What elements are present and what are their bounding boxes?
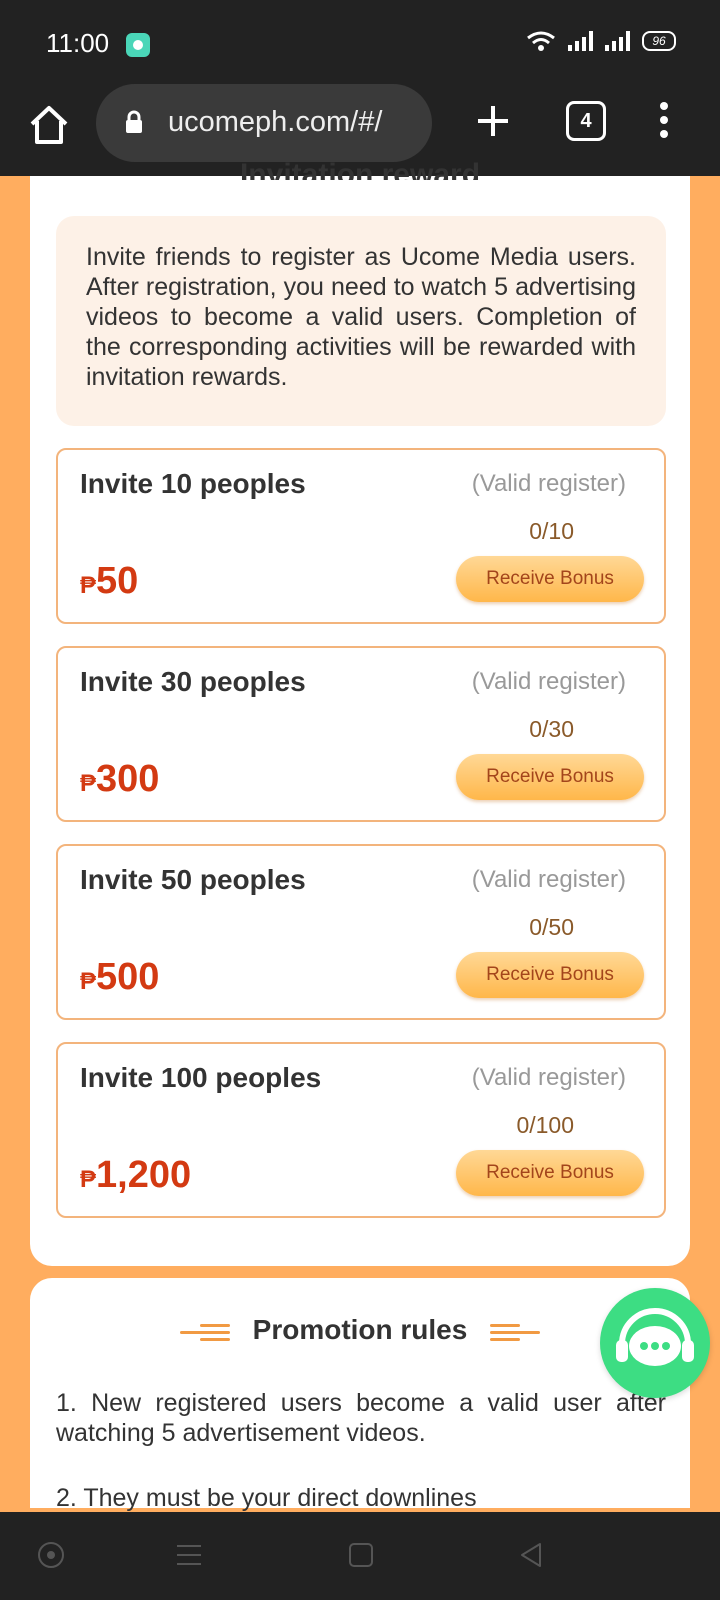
chat-support-icon (616, 1308, 694, 1366)
home-icon[interactable] (26, 102, 72, 148)
reward-progress: 0/50 (529, 914, 574, 940)
reward-progress: 0/10 (529, 518, 574, 544)
currency-symbol: ₱ (80, 1166, 97, 1193)
signal-icon (568, 31, 593, 51)
status-icons: 96 (526, 30, 676, 52)
promotion-header: Promotion rules (30, 1314, 690, 1346)
chat-support-button[interactable] (600, 1288, 710, 1398)
reward-item: Invite 30 peoples (Valid register) 0/30 … (56, 646, 666, 822)
assistant-icon[interactable] (36, 1540, 66, 1570)
receive-bonus-button[interactable]: Receive Bonus (456, 556, 644, 602)
reward-valid-label: (Valid register) (471, 668, 626, 695)
back-icon[interactable] (516, 1540, 546, 1570)
url-text: ucomeph.com/#/ (168, 106, 383, 138)
receive-bonus-button[interactable]: Receive Bonus (456, 952, 644, 998)
reward-amount: ₱1,200 (80, 1154, 192, 1196)
status-time: 11:00 (46, 28, 110, 58)
reward-title: Invite 10 peoples (80, 468, 306, 499)
reward-title: Invite 100 peoples (80, 1062, 322, 1093)
plus-icon[interactable] (470, 98, 516, 144)
reward-item: Invite 50 peoples (Valid register) 0/50 … (56, 844, 666, 1020)
address-bar[interactable]: ucomeph.com/#/ (96, 84, 432, 162)
reward-valid-label: (Valid register) (471, 470, 626, 497)
promotion-rule: 2. They must be your direct downlines (56, 1484, 477, 1512)
currency-symbol: ₱ (80, 770, 97, 797)
system-nav-bar (0, 1512, 720, 1600)
reward-amount: ₱500 (80, 956, 160, 998)
receive-bonus-button[interactable]: Receive Bonus (456, 1150, 644, 1196)
reward-title: Invite 30 peoples (80, 666, 306, 697)
lock-icon (126, 110, 142, 133)
promotion-rules-card: Promotion rules 1. New registered users … (30, 1278, 690, 1512)
reward-amount: ₱300 (80, 758, 160, 800)
invitation-card: Invitation reward Invite friends to regi… (30, 158, 690, 1266)
reward-progress: 0/100 (516, 1112, 574, 1138)
reward-valid-label: (Valid register) (471, 1064, 626, 1091)
tabs-icon[interactable]: 4 (566, 101, 606, 141)
receive-bonus-button[interactable]: Receive Bonus (456, 754, 644, 800)
reward-amount: ₱50 (80, 560, 139, 602)
wifi-icon (527, 31, 555, 51)
reward-item: Invite 10 peoples (Valid register) 0/10 … (56, 448, 666, 624)
title-decoration (490, 1324, 540, 1341)
status-bar: 11:00 96 (0, 0, 720, 84)
menu-icon[interactable] (174, 1540, 204, 1570)
reward-progress: 0/30 (529, 716, 574, 742)
title-decoration (180, 1324, 230, 1341)
currency-symbol: ₱ (80, 572, 97, 599)
promotion-rule: 1. New registered users become a valid u… (56, 1389, 666, 1447)
reward-title: Invite 50 peoples (80, 864, 306, 895)
promotion-title: Promotion rules (252, 1314, 468, 1345)
reward-item: Invite 100 peoples (Valid register) 0/10… (56, 1042, 666, 1218)
more-vert-icon[interactable] (656, 98, 672, 144)
invitation-description: Invite friends to register as Ucome Medi… (56, 216, 666, 426)
card-title: Invitation reward (239, 158, 481, 180)
app-notification-icon (126, 33, 150, 57)
home-square-icon[interactable] (346, 1540, 376, 1570)
signal-icon (605, 31, 630, 51)
currency-symbol: ₱ (80, 968, 97, 995)
reward-valid-label: (Valid register) (471, 866, 626, 893)
battery-icon: 96 (642, 31, 676, 51)
